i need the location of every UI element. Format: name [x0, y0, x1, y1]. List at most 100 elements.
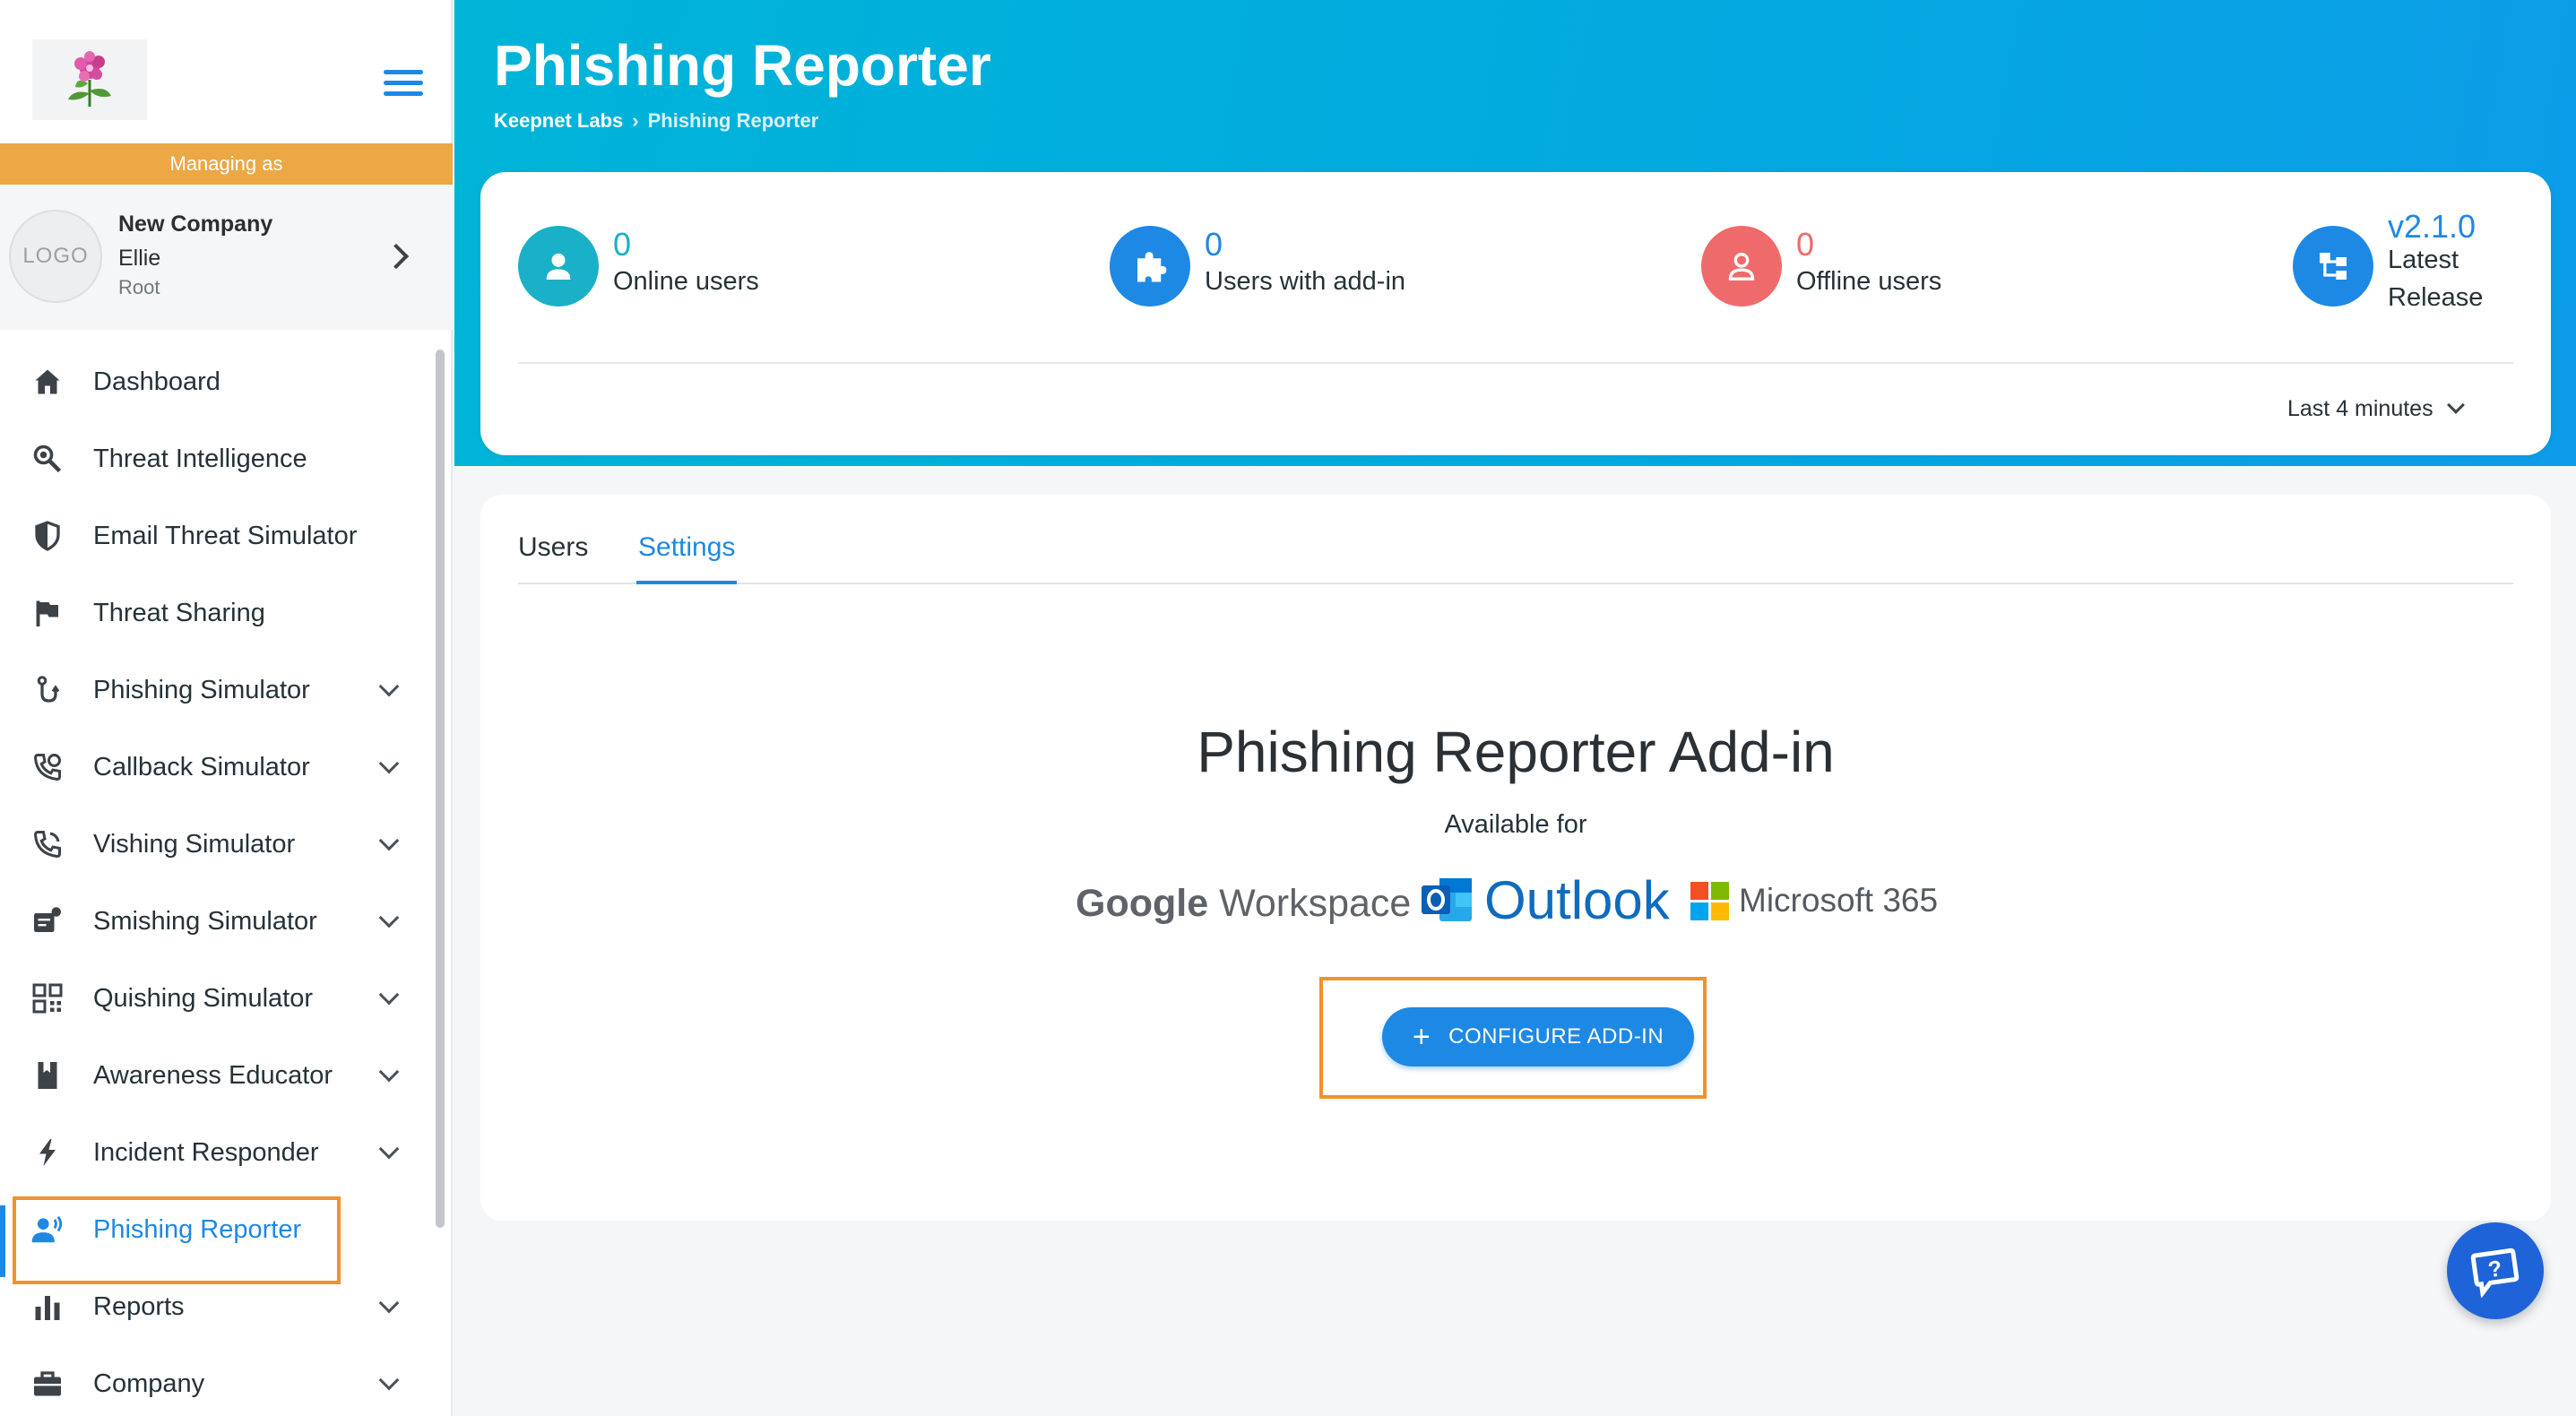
puzzle-icon: [1110, 226, 1190, 307]
stat-label: Release: [2388, 283, 2484, 312]
active-tab-indicator: [636, 581, 737, 584]
sidebar-brand: [0, 0, 453, 143]
sidebar-item-label: Vishing Simulator: [93, 829, 296, 859]
stat-label: Latest: [2388, 246, 2459, 274]
sidebar-item-smishing-simulator[interactable]: Smishing Simulator: [0, 889, 430, 954]
bolt-icon: [30, 1135, 65, 1170]
release-version[interactable]: v2.1.0: [2388, 208, 2476, 246]
breadcrumb-current: Phishing Reporter: [647, 109, 819, 132]
microsoft-icon: [1690, 882, 1730, 921]
microsoft-365-label: Microsoft 365: [1739, 882, 1939, 919]
sidebar-item-awareness-educator[interactable]: Awareness Educator: [0, 1043, 430, 1108]
sidebar-item-quishing-simulator[interactable]: Quishing Simulator: [0, 966, 430, 1031]
sidebar-item-label: Threat Intelligence: [93, 444, 307, 473]
sidebar-item-callback-simulator[interactable]: Callback Simulator: [0, 735, 430, 799]
chevron-down-icon[interactable]: [378, 1138, 400, 1160]
search-bug-icon: [30, 442, 65, 476]
managing-as-banner: Managing as: [0, 143, 453, 185]
bar-chart-icon: [30, 1290, 65, 1324]
account-company-name: New Company: [118, 212, 273, 237]
phone-callback-icon: [30, 750, 65, 784]
configure-addin-button[interactable]: + CONFIGURE ADD-IN: [1382, 1007, 1694, 1066]
hamburger-menu-icon[interactable]: [384, 70, 423, 99]
home-icon: [30, 365, 65, 399]
stat-label: Users with add-in: [1205, 267, 1406, 296]
help-chat-icon: ?: [2470, 1248, 2520, 1298]
sidebar-item-incident-responder[interactable]: Incident Responder: [0, 1120, 430, 1185]
divider: [518, 362, 2513, 364]
breadcrumb: Keepnet Labs › Phishing Reporter: [494, 109, 818, 133]
plus-icon: +: [1412, 1020, 1431, 1054]
active-indicator: [0, 1205, 5, 1277]
time-range-select[interactable]: Last 4 minutes: [2287, 396, 2465, 422]
user-outline-icon: [1701, 226, 1782, 307]
sidebar-item-label: Callback Simulator: [93, 752, 310, 781]
sidebar-item-label: Threat Sharing: [93, 598, 265, 627]
account-role: Root: [118, 276, 160, 298]
stats-card: 0 Online users 0 Users with add-in 0 Off…: [480, 172, 2551, 455]
chevron-down-icon[interactable]: [378, 907, 400, 928]
configure-addin-label: CONFIGURE ADD-IN: [1448, 1024, 1664, 1049]
chevron-down-icon[interactable]: [378, 676, 400, 697]
svg-text:?: ?: [2486, 1256, 2503, 1282]
user-icon: [518, 226, 599, 307]
chevron-down-icon[interactable]: [378, 1061, 400, 1083]
sidebar-item-threat-sharing[interactable]: Threat Sharing: [0, 581, 430, 645]
tab-bar: Users Settings: [518, 527, 2513, 584]
chevron-down-icon[interactable]: [378, 1292, 400, 1314]
flower-logo-icon[interactable]: [32, 39, 147, 120]
platform-logos: Google Workspace Outlook Microsoft 365: [1076, 870, 1972, 934]
chevron-down-icon: [2446, 396, 2465, 414]
sidebar-scrollbar[interactable]: [436, 350, 445, 1228]
account-user-name: Ellie: [118, 246, 161, 271]
breadcrumb-root[interactable]: Keepnet Labs: [494, 109, 623, 132]
phone-icon: [30, 827, 65, 861]
stat-label: Offline users: [1796, 267, 1942, 296]
chevron-down-icon[interactable]: [378, 984, 400, 1006]
company-logo-placeholder: LOGO: [9, 210, 102, 303]
sidebar-item-dashboard[interactable]: Dashboard: [0, 350, 430, 414]
hierarchy-icon: [2293, 226, 2373, 307]
sidebar-item-company[interactable]: Company: [0, 1351, 430, 1416]
sidebar-item-email-threat-simulator[interactable]: Email Threat Simulator: [0, 504, 430, 568]
chevron-down-icon[interactable]: [378, 1369, 400, 1391]
stat-value: 0: [1205, 226, 1223, 263]
shield-icon: [30, 519, 65, 553]
sms-icon: [30, 904, 65, 938]
tab-settings[interactable]: Settings: [638, 532, 735, 563]
sidebar-item-label: Smishing Simulator: [93, 906, 317, 936]
stat-value: 0: [613, 226, 632, 263]
stat-value: 0: [1796, 226, 1815, 263]
chevron-right-icon: [383, 243, 410, 270]
chevron-down-icon[interactable]: [378, 830, 400, 851]
qr-code-icon: [30, 981, 65, 1015]
chevron-down-icon[interactable]: [378, 753, 400, 774]
tab-users[interactable]: Users: [518, 532, 588, 563]
book-icon: [30, 1058, 65, 1092]
sidebar-item-threat-intelligence[interactable]: Threat Intelligence: [0, 427, 430, 491]
chevron-right-icon: ›: [632, 109, 639, 132]
addin-title: Phishing Reporter Add-in: [1197, 720, 1835, 784]
sidebar-item-label: Company: [93, 1369, 205, 1398]
stat-label: Online users: [613, 267, 759, 296]
sidebar-item-label: Quishing Simulator: [93, 983, 313, 1013]
time-range-value: Last 4 minutes: [2287, 396, 2433, 421]
highlight-box-phishing-reporter: [13, 1196, 341, 1284]
sidebar-item-label: Dashboard: [93, 367, 220, 396]
outlook-label: Outlook: [1484, 870, 1670, 930]
sidebar-item-vishing-simulator[interactable]: Vishing Simulator: [0, 812, 430, 876]
help-chat-button[interactable]: ?: [2447, 1222, 2544, 1319]
sidebar-item-label: Email Threat Simulator: [93, 521, 358, 550]
sidebar-item-phishing-simulator[interactable]: Phishing Simulator: [0, 658, 430, 722]
google-workspace-logo: Google Workspace: [1076, 882, 1412, 925]
sidebar: Managing as LOGO New Company Ellie Root …: [0, 0, 453, 1416]
account-switcher[interactable]: LOGO New Company Ellie Root: [0, 185, 453, 330]
briefcase-icon: [30, 1367, 65, 1401]
sidebar-item-label: Reports: [93, 1291, 185, 1321]
sidebar-item-label: Awareness Educator: [93, 1060, 333, 1090]
hook-icon: [30, 673, 65, 707]
available-for-label: Available for: [1444, 810, 1587, 839]
outlook-icon: [1422, 878, 1472, 921]
page-title: Phishing Reporter: [494, 33, 991, 98]
settings-card: Users Settings Phishing Reporter Add-in …: [480, 495, 2551, 1221]
